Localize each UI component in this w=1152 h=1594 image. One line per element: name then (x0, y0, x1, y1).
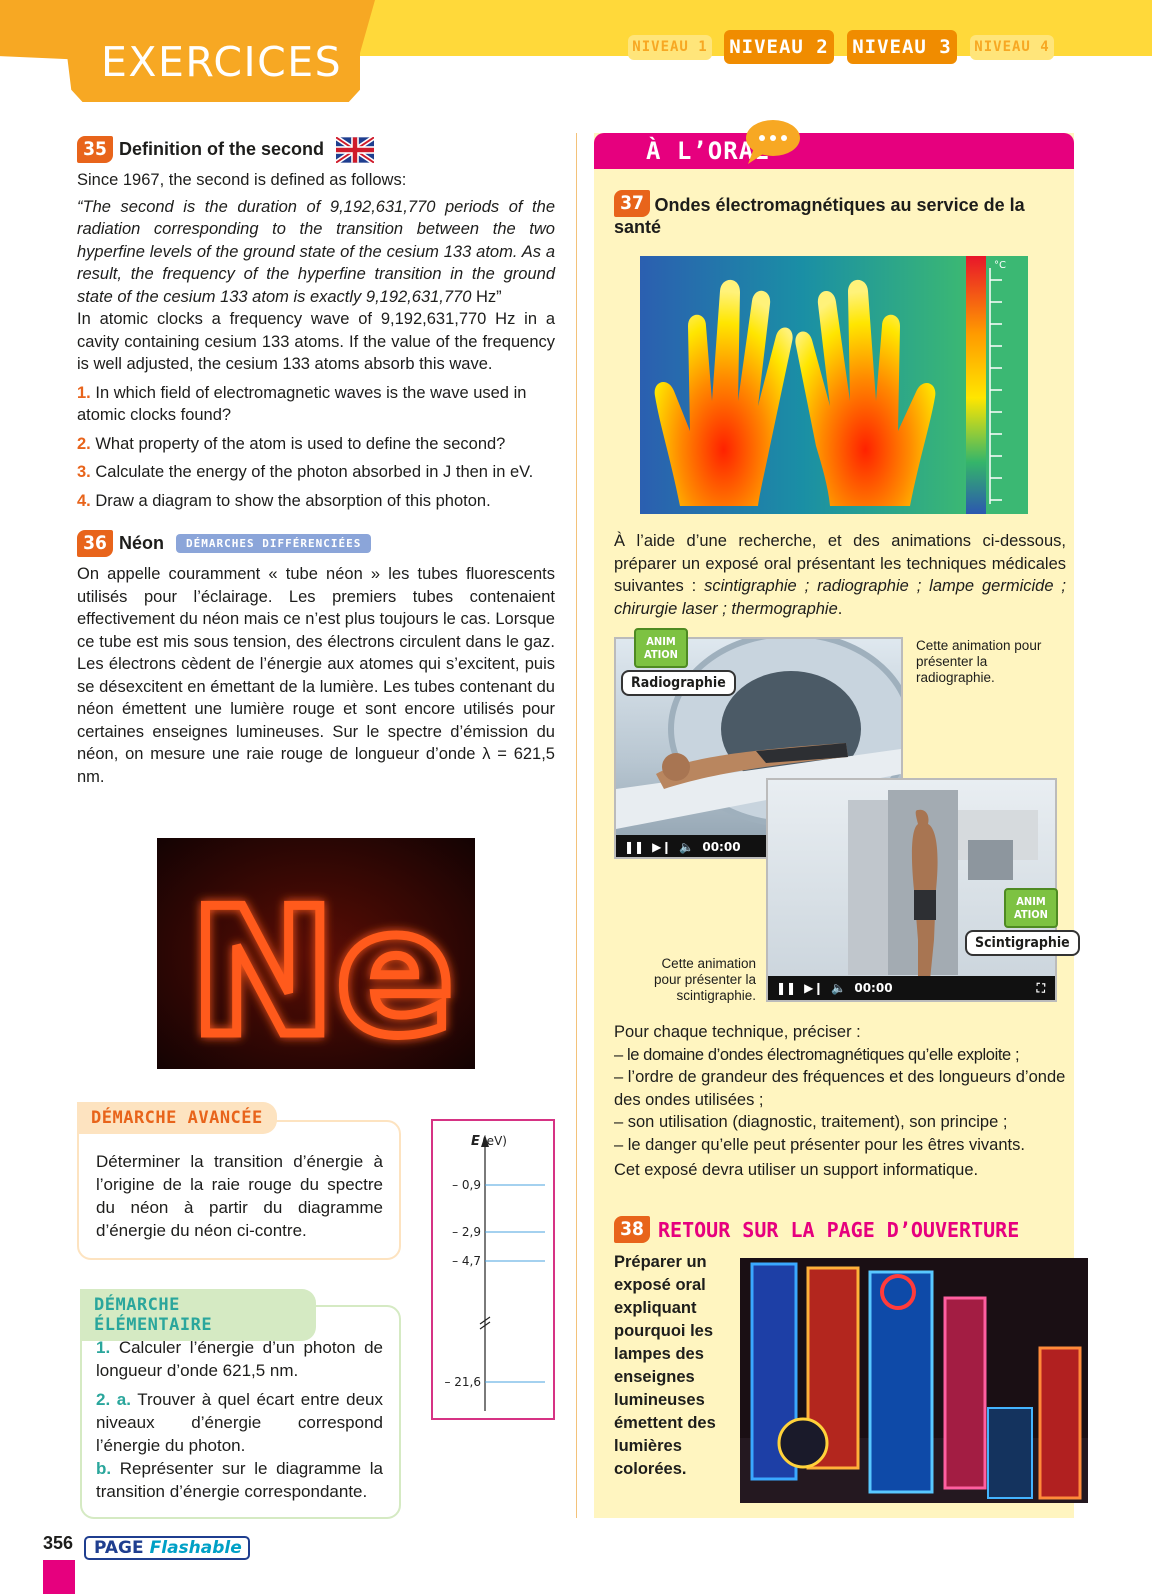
play-time: 00:00 (854, 981, 893, 995)
precise-closing: Cet exposé devra utiliser un support inf… (614, 1161, 979, 1179)
exercise-number: 38 (614, 1216, 650, 1243)
ex35-intro: Since 1967, the second is defined as fol… (77, 171, 407, 189)
left-column: 35 Definition of the second Since 1967, … (77, 136, 555, 788)
precise-item-3: – son utilisation (diagnostic, traitemen… (614, 1113, 1008, 1131)
page-flashable-logo[interactable]: PAGE Flashable (84, 1536, 250, 1560)
exercise-title: Néon (119, 533, 164, 553)
footer-color-block (43, 1560, 75, 1594)
level-label-4: – 21,6 (444, 1375, 481, 1389)
scintigraphy-player-controls: ❚❚ ▶❙ 🔈 00:00 ⛶ (768, 976, 1055, 1000)
level-label-1: – 0,9 (452, 1178, 481, 1192)
uk-flag-icon (336, 136, 374, 163)
pause-icon[interactable]: ❚❚ (776, 981, 796, 995)
exercise-36-heading: 36 Néon DÉMARCHES DIFFÉRENCIÉES (77, 530, 555, 557)
ex35-body: In atomic clocks a frequency wave of 9,1… (77, 310, 555, 373)
elementary-q1: 1. Calculer l’énergie d’un photon de lon… (96, 1338, 383, 1380)
logo-flashable-text: Flashable (149, 1538, 242, 1558)
question-1: 1. In which field of electromagnetic wav… (77, 383, 527, 425)
column-divider (576, 133, 577, 1518)
elementary-approach-label: DÉMARCHE ÉLÉMENTAIRE (80, 1289, 316, 1341)
scintigraphy-label: Scintigraphie (965, 930, 1080, 956)
speech-bubble-icon (746, 120, 800, 164)
exercise-title: Definition of the second (119, 139, 324, 159)
logo-page-text: PAGE (94, 1538, 144, 1558)
level-selector: NIVEAU 1 NIVEAU 2 NIVEAU 3 NIVEAU 4 (628, 30, 1074, 64)
section-title: EXERCICES (101, 38, 343, 86)
neon-signs-photo (740, 1258, 1088, 1503)
axis-unit: (eV) (482, 1134, 507, 1148)
radiography-label: Radiographie (621, 670, 736, 696)
thermography-image: °C (640, 256, 1028, 514)
exercise-35-heading: 35 Definition of the second (77, 136, 555, 163)
level-1-tab[interactable]: NIVEAU 1 (628, 35, 712, 60)
elementary-q2b: b. Représenter sur le diagramme la trans… (96, 1459, 383, 1501)
exercise-number: 37 (614, 190, 650, 217)
level-4-tab[interactable]: NIVEAU 4 (970, 35, 1054, 60)
temperature-scale (966, 256, 986, 514)
exercise-title: RETOUR SUR LA PAGE D’OUVERTURE (658, 1217, 1020, 1242)
neon-sign-photo: Ne (157, 838, 475, 1069)
ex37-precise-list: Pour chaque technique, préciser : – le d… (614, 1021, 1066, 1182)
advanced-approach-label: DÉMARCHE AVANCÉE (77, 1102, 277, 1134)
next-icon[interactable]: ▶❙ (652, 840, 671, 854)
page-number: 356 (43, 1533, 74, 1553)
ex36-body: On appelle couramment « tube néon » les … (77, 565, 555, 786)
exercise-number: 36 (77, 530, 113, 557)
radiography-caption: Cette animation pour présenter la radiog… (916, 638, 1042, 685)
next-icon[interactable]: ▶❙ (804, 981, 823, 995)
scale-unit: °C (994, 260, 1006, 271)
precise-intro: Pour chaque technique, préciser : (614, 1023, 861, 1041)
question-3: 3. Calculate the energy of the photon ab… (77, 463, 534, 481)
fullscreen-icon[interactable]: ⛶ (1037, 981, 1045, 996)
precise-item-2: – l’ordre de grandeur des fréquences et … (614, 1068, 1066, 1109)
play-time: 00:00 (702, 840, 741, 854)
question-4: 4. Draw a diagram to show the absorption… (77, 491, 491, 510)
svg-text:Ne: Ne (189, 872, 454, 1069)
exercise-38-heading: 38 RETOUR SUR LA PAGE D’OUVERTURE (614, 1216, 1066, 1243)
volume-icon[interactable]: 🔈 (831, 981, 846, 995)
level-3-tab[interactable]: NIVEAU 3 (847, 30, 957, 64)
scintigraphy-caption: Cette animation pour présenter la scinti… (653, 956, 756, 1003)
energy-diagram-svg: E (eV) – 0,9 – 2,9 – 4,7 – 21,6 (444, 1134, 545, 1411)
level-2-tab[interactable]: NIVEAU 2 (724, 30, 834, 64)
ex38-text: Préparer un exposé oral expliquant pourq… (614, 1253, 716, 1478)
level-label-3: – 4,7 (452, 1254, 481, 1268)
animation-badge[interactable]: ANIM ATION (634, 628, 688, 668)
axis-symbol: E (471, 1134, 480, 1149)
exercise-37-heading: 37 Ondes électromagnétiques au service d… (614, 190, 1066, 238)
question-2: 2. What property of the atom is used to … (77, 434, 506, 453)
ex37-instructions: À l’aide d’une recherche, et des animati… (614, 532, 1066, 618)
elementary-approach-text: 1. Calculer l’énergie d’un photon de lon… (96, 1336, 383, 1503)
ex35-questions: 1. In which field of electromagnetic wav… (77, 382, 555, 513)
precise-item-1: – le domaine d’ondes électromagnétiques … (614, 1045, 1020, 1064)
pause-icon[interactable]: ❚❚ (624, 840, 644, 854)
level-label-2: – 2,9 (452, 1225, 481, 1239)
exercise-title: Ondes électromagnétiques au service de l… (614, 195, 1025, 237)
advanced-approach-text: Déterminer la transition d’énergie à l’o… (96, 1152, 383, 1240)
volume-icon[interactable]: 🔈 (679, 840, 694, 854)
exercise-number: 35 (77, 136, 113, 163)
elementary-q2a: 2. a. Trouver à quel écart entre deux ni… (96, 1390, 383, 1455)
ex35-quote: “The second is the duration of 9,192,631… (77, 197, 555, 306)
precise-item-4: – le danger qu’elle peut présenter pour … (614, 1135, 1025, 1154)
animation-badge[interactable]: ANIM ATION (1004, 888, 1058, 928)
differentiated-badge: DÉMARCHES DIFFÉRENCIÉES (176, 534, 372, 553)
energy-level-diagram: E (eV) – 0,9 – 2,9 – 4,7 – 21,6 (431, 1119, 555, 1420)
